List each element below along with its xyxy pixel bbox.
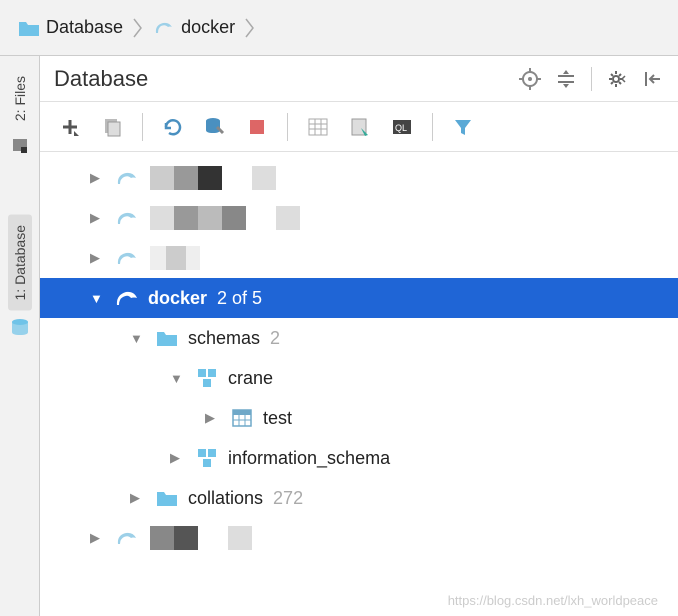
table-name: test [263,408,292,429]
split-icon[interactable] [555,68,577,90]
folder-count: 272 [273,488,303,509]
breadcrumb-root-label: Database [46,17,123,38]
copy-button[interactable] [96,111,128,143]
filter-button[interactable] [447,111,479,143]
datasource-name: docker [148,288,207,309]
schema-icon [196,447,218,469]
folder-icon [156,329,178,347]
gear-icon[interactable] [606,68,628,90]
expand-arrow-icon: ▶ [130,490,148,506]
redacted-label [150,246,200,270]
tree-schemas-folder[interactable]: ▼ schemas 2 [40,318,678,358]
breadcrumb-root[interactable]: Database [12,13,129,42]
redacted-label [150,166,276,190]
add-button[interactable] [54,111,86,143]
breadcrumb-current[interactable]: docker [147,13,241,43]
expand-arrow-icon: ▶ [90,210,108,226]
tab-files[interactable]: 2: Files [8,66,32,131]
folder-icon [156,489,178,507]
schema-name: crane [228,368,273,389]
expand-arrow-icon: ▶ [205,410,223,426]
dolphin-icon [115,247,139,269]
toolbar: QL [40,102,678,152]
refresh-button[interactable] [157,111,189,143]
dolphin-icon [115,167,139,189]
tab-database[interactable]: 1: Database [8,215,32,311]
datasource-count: 2 of 5 [217,288,262,309]
table-icon [231,408,253,428]
dolphin-icon [114,286,140,310]
chevron-right-icon [131,16,145,40]
dolphin-icon [153,17,175,39]
expand-arrow-icon: ▶ [90,530,108,546]
collapse-arrow-icon: ▼ [90,291,108,306]
expand-arrow-icon: ▶ [90,170,108,186]
collapse-arrow-icon: ▼ [130,331,148,346]
tree-collations-folder[interactable]: ▶ collations 272 [40,478,678,518]
edit-button[interactable] [344,111,376,143]
tree-schema-crane[interactable]: ▼ crane [40,358,678,398]
collapse-arrow-icon: ▼ [170,371,188,386]
sql-button[interactable]: QL [386,111,418,143]
files-icon [11,137,29,155]
folder-icon [18,19,40,37]
db-wrench-button[interactable] [199,111,231,143]
tree-datasource-item[interactable]: ▶ [40,198,678,238]
target-icon[interactable] [519,68,541,90]
tree-datasource-item[interactable]: ▶ [40,238,678,278]
tree-table-test[interactable]: ▶ test [40,398,678,438]
schema-name: information_schema [228,448,390,469]
folder-label: schemas [188,328,260,349]
left-gutter: 2: Files 1: Database [0,56,40,616]
database-panel: Database QL [40,56,678,616]
dolphin-icon [115,207,139,229]
folder-count: 2 [270,328,280,349]
folder-label: collations [188,488,263,509]
tree-datasource-item[interactable]: ▶ [40,158,678,198]
database-icon [10,317,30,337]
tree-datasource-docker[interactable]: ▼ docker 2 of 5 [40,278,678,318]
dolphin-icon [115,527,139,549]
tree-schema-information[interactable]: ▶ information_schema [40,438,678,478]
schema-icon [196,367,218,389]
database-tree: ▶ ▶ ▶ ▼ docker 2 of 5 ▼ [40,152,678,616]
chevron-right-icon [243,16,257,40]
svg-text:QL: QL [395,123,407,133]
expand-arrow-icon: ▶ [90,250,108,266]
breadcrumb: Database docker [0,0,678,56]
stop-button[interactable] [241,111,273,143]
redacted-label [150,526,252,550]
tree-datasource-item[interactable]: ▶ [40,518,678,558]
redacted-label [150,206,300,230]
breadcrumb-current-label: docker [181,17,235,38]
panel-header: Database [40,56,678,102]
table-view-button[interactable] [302,111,334,143]
expand-arrow-icon: ▶ [170,450,188,466]
panel-title: Database [54,66,148,92]
collapse-icon[interactable] [642,68,664,90]
